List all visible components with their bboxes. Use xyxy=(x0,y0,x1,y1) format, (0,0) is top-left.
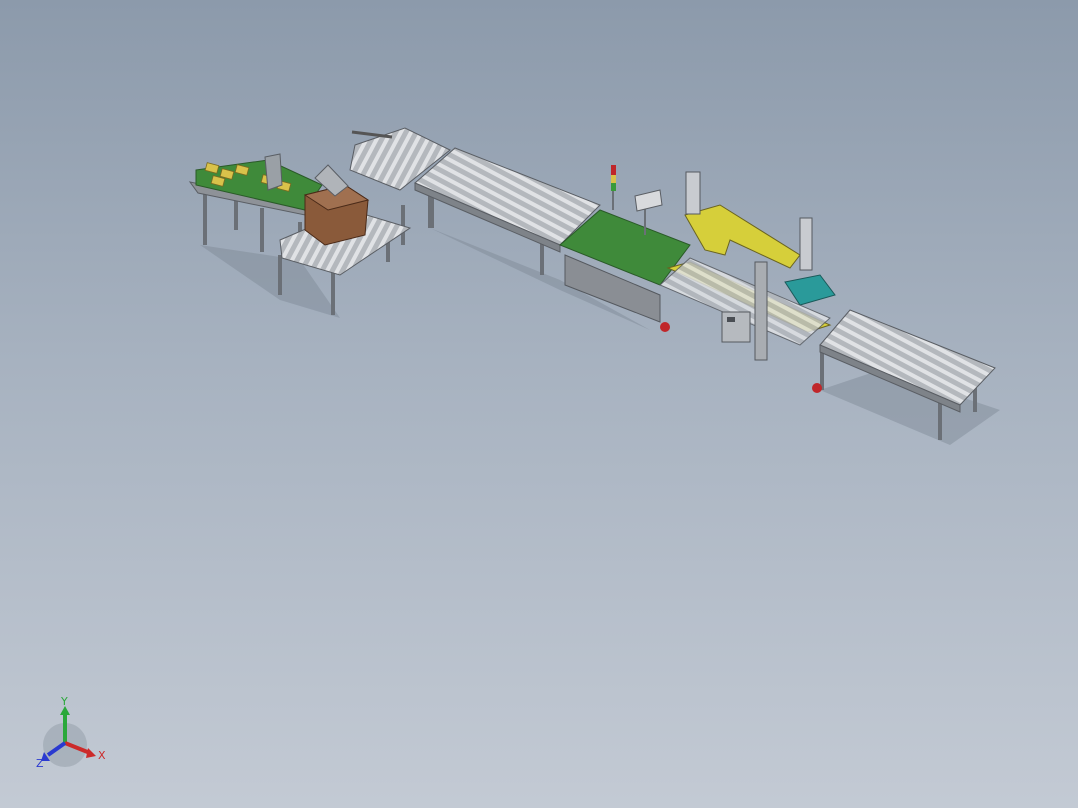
x-axis-label: X xyxy=(98,749,106,762)
assembly-model[interactable] xyxy=(0,0,1078,808)
sealer-mast-right xyxy=(799,217,813,271)
case-sealer[interactable] xyxy=(659,171,836,361)
infeed-side-rail xyxy=(264,153,283,191)
x-axis-arrowhead xyxy=(86,748,96,758)
caster-wheel xyxy=(812,383,822,393)
sealer-teal-head xyxy=(784,274,836,306)
roller-conveyor-middle[interactable] xyxy=(414,147,601,275)
coordinate-triad: Y X Z xyxy=(36,695,106,770)
caster-wheel xyxy=(660,322,670,332)
sealer-post xyxy=(754,261,768,361)
weighing-conveyor[interactable] xyxy=(559,165,691,332)
sealer-mast-left xyxy=(685,171,701,215)
z-axis-label: Z xyxy=(36,757,44,770)
graphics-viewport[interactable]: Y X Z xyxy=(0,0,1078,808)
signal-tower-icon xyxy=(611,165,616,210)
y-axis-label: Y xyxy=(60,695,68,708)
sealer-yellow-arm xyxy=(684,204,801,269)
control-box-icon xyxy=(721,311,751,343)
